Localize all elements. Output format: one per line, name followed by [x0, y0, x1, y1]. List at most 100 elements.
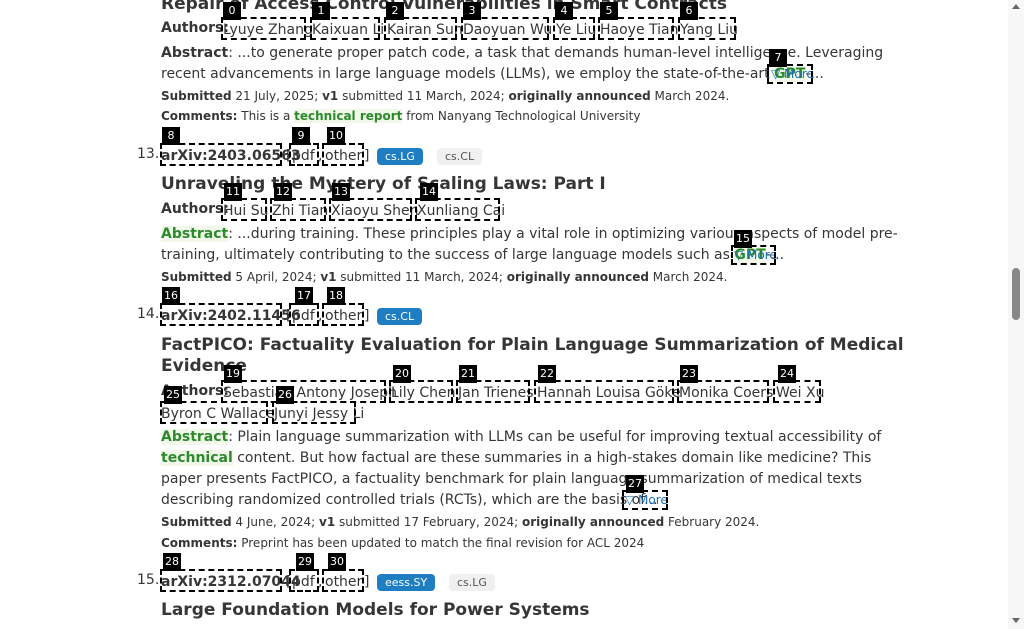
other-link[interactable]: other	[325, 146, 362, 167]
arxiv-id-link[interactable]: arXiv:2402.11456	[161, 306, 301, 327]
abstract-line: training, ultimately contributing to the…	[161, 245, 784, 266]
mark-badge: 9	[292, 127, 310, 145]
mark-badge: 12	[274, 183, 292, 201]
bracket: ]	[364, 308, 370, 324]
author-link[interactable]: Kaixuan Li	[312, 20, 384, 41]
vertical-scrollbar[interactable]	[1008, 0, 1024, 629]
authors-label: Authors:	[161, 20, 229, 36]
author-link[interactable]: Lyuye Zhang	[223, 20, 313, 41]
arxiv-id-link[interactable]: arXiv:2403.06563	[161, 146, 301, 167]
mark-badge: 15	[734, 230, 752, 248]
mark-badge: 28	[163, 553, 181, 571]
category-tag: cs.CL	[437, 148, 483, 165]
mark-badge: 20	[393, 365, 411, 383]
mark-badge: 29	[296, 553, 314, 571]
mark-badge: 18	[327, 287, 345, 305]
category-tag: cs.LG	[449, 574, 495, 591]
author-link[interactable]: Kairan Sun	[387, 20, 463, 41]
author-link[interactable]: Junyi Jessy Li	[274, 404, 364, 425]
scroll-down-icon[interactable]	[1012, 618, 1020, 623]
abstract-label: Abstract	[161, 45, 229, 61]
abstract-label: Abstract	[161, 226, 229, 242]
mark-badge: 11	[224, 183, 242, 201]
result-title: FactPICO: Factuality Evaluation for Plai…	[161, 335, 904, 355]
result-number: 13.	[137, 146, 160, 162]
comma: ,	[318, 148, 323, 164]
mark-badge: 14	[420, 183, 438, 201]
author-link[interactable]: Zhi Tian	[272, 201, 328, 222]
mark-badge: 27	[626, 475, 644, 493]
mark-badge: 30	[328, 553, 346, 571]
highlight-term: technical	[161, 450, 233, 466]
result-number: 14.	[137, 306, 160, 322]
author-link[interactable]: Yang Liu	[680, 20, 738, 41]
category-tag: cs.LG	[377, 148, 423, 165]
result-title: Repair of Access Control Vulnerabilities…	[161, 0, 727, 14]
mark-badge: 7	[769, 49, 787, 67]
pdf-link[interactable]: pdf	[292, 306, 315, 327]
pdf-link[interactable]: pdf	[292, 572, 315, 593]
more-link[interactable]: ▽ More	[625, 493, 668, 507]
arxiv-id-link[interactable]: arXiv:2312.07044	[161, 572, 301, 593]
bracket: [	[286, 148, 292, 164]
abstract-line: paper presents FactPICO, a factuality be…	[161, 471, 862, 487]
other-link[interactable]: other	[325, 306, 362, 327]
mark-badge: 13	[332, 183, 350, 201]
abstract-text: : ...during training. These principles p…	[228, 226, 898, 242]
mark-badge: 16	[162, 287, 180, 305]
author-link[interactable]: Xunliang Cai	[417, 201, 505, 222]
author-link[interactable]: Hannah Louisa Göke	[537, 383, 681, 404]
author-link[interactable]: Lily Chen	[391, 383, 455, 404]
mark-badge: 4	[555, 2, 573, 20]
author-link[interactable]: Monika Coers	[679, 383, 773, 404]
scroll-up-icon[interactable]	[1012, 4, 1020, 9]
abstract-line: Abstract: Plain language summarization w…	[161, 427, 881, 448]
abstract-line: recent advancements in large language mo…	[161, 64, 824, 85]
author-link[interactable]: Byron C Wallace	[161, 404, 275, 425]
mark-badge: 0	[223, 2, 241, 20]
mark-badge: 23	[680, 365, 698, 383]
category-tag: eess.SY	[377, 574, 436, 591]
author-link[interactable]: Wei Xu	[776, 383, 824, 404]
abstract-text: : Plain language summarization with LLMs…	[228, 429, 882, 445]
author-link[interactable]: Ye Liu	[556, 20, 596, 41]
bracket: [	[286, 574, 292, 590]
author-link[interactable]: Jan Trienes	[458, 383, 534, 404]
mark-badge: 25	[164, 386, 182, 404]
author-link[interactable]: Sebastian Antony Joseph	[223, 383, 397, 404]
other-link[interactable]: other	[325, 572, 362, 593]
mark-badge: 21	[459, 365, 477, 383]
mark-badge: 6	[680, 2, 698, 20]
bracket: [	[286, 308, 292, 324]
author-link[interactable]: Haoye Tian	[600, 20, 678, 41]
result-number: 15.	[137, 572, 160, 588]
mark-badge: 8	[162, 127, 180, 145]
author-link[interactable]: Daoyuan Wu	[463, 20, 552, 41]
search-results: Repair of Access Control Vulnerabilities…	[0, 0, 1008, 629]
bracket: ]	[364, 148, 370, 164]
category-tag: cs.CL	[377, 308, 423, 325]
mark-badge: 2	[386, 2, 404, 20]
submitted-info: Submitted 5 April, 2024; v1 submitted 11…	[161, 270, 728, 284]
abstract-line: describing randomized controlled trials …	[161, 492, 658, 508]
result-title: Large Foundation Models for Power System…	[161, 600, 590, 620]
scrollbar-thumb[interactable]	[1012, 268, 1020, 320]
comma: ,	[318, 308, 323, 324]
mark-badge: 24	[778, 365, 796, 383]
author-link[interactable]: Xiaoyu Shen	[331, 201, 418, 222]
abstract-text: content. But how factual are these summa…	[232, 450, 872, 466]
more-link[interactable]: ▽ More	[734, 248, 777, 262]
author-link[interactable]: Hui Su	[223, 201, 269, 222]
mark-badge: 22	[538, 365, 556, 383]
authors-label: Authors:	[161, 201, 229, 217]
abstract-text: recent advancements in large language mo…	[161, 66, 775, 82]
mark-badge: 17	[295, 287, 313, 305]
submitted-info: Submitted 21 July, 2025; v1 submitted 11…	[161, 89, 730, 103]
comments: Comments: This is a technical report fro…	[161, 109, 641, 123]
mark-badge: 26	[276, 386, 294, 404]
abstract-line: Abstract: ...during training. These prin…	[161, 224, 898, 245]
mark-badge: 1	[312, 2, 330, 20]
submitted-info: Submitted 4 June, 2024; v1 submitted 17 …	[161, 515, 760, 529]
pdf-link[interactable]: pdf	[292, 146, 315, 167]
more-link[interactable]: ▽ More	[771, 67, 814, 81]
